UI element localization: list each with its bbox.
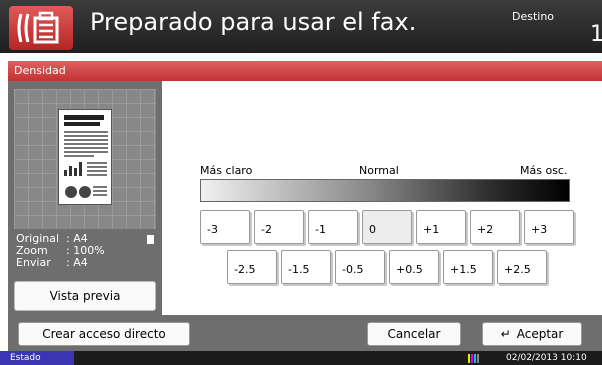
density-button-minus-3[interactable]: -3 xyxy=(200,210,250,244)
density-panel: Más claro Normal Más osc. -3 -2 -1 0 +1 … xyxy=(162,81,602,315)
preview-panel: Original : A4 Zoom : 100% Enviar : A4 Vi… xyxy=(8,81,162,315)
destination-label: Destino xyxy=(512,10,555,23)
datetime: 02/02/2013 10:10 xyxy=(506,353,587,363)
density-button-minus-2-5[interactable]: -2.5 xyxy=(227,250,277,284)
document-thumbnail-icon xyxy=(58,109,112,205)
enter-arrow-icon: ↵ xyxy=(500,327,511,341)
density-button-0[interactable]: 0 xyxy=(362,210,412,244)
status-button[interactable]: Estado xyxy=(0,351,74,365)
preview-area xyxy=(14,89,156,229)
density-button-plus-2-5[interactable]: +2.5 xyxy=(497,250,547,284)
accept-button[interactable]: ↵ Aceptar xyxy=(482,322,582,346)
create-shortcut-button[interactable]: Crear acceso directo xyxy=(18,322,190,346)
lighter-label: Más claro xyxy=(200,164,253,177)
density-button-plus-3[interactable]: +3 xyxy=(524,210,574,244)
bottom-action-bar: Crear acceso directo Cancelar ↵ Aceptar xyxy=(8,315,602,351)
toner-level-icon xyxy=(468,354,479,363)
density-gradient-bar xyxy=(200,179,570,202)
density-button-plus-1-5[interactable]: +1.5 xyxy=(443,250,493,284)
section-title-bar: Densidad xyxy=(8,61,602,81)
density-button-plus-0-5[interactable]: +0.5 xyxy=(389,250,439,284)
document-info: Original : A4 Zoom : 100% Enviar : A4 xyxy=(16,233,158,269)
density-button-minus-0-5[interactable]: -0.5 xyxy=(335,250,385,284)
density-button-minus-1-5[interactable]: -1.5 xyxy=(281,250,331,284)
page-orientation-icon xyxy=(147,235,154,244)
header-bar: Preparado para usar el fax. Destino 1 xyxy=(0,0,602,53)
preview-button[interactable]: Vista previa xyxy=(14,281,156,311)
normal-label: Normal xyxy=(359,164,399,177)
status-bar: Estado 02/02/2013 10:10 xyxy=(0,351,602,365)
density-button-minus-2[interactable]: -2 xyxy=(254,210,304,244)
density-button-plus-2[interactable]: +2 xyxy=(470,210,520,244)
accept-label: Aceptar xyxy=(516,327,564,341)
cancel-label: Cancelar xyxy=(387,327,441,341)
darker-label: Más osc. xyxy=(520,164,568,177)
destination-count: 1 xyxy=(590,22,602,47)
create-shortcut-label: Crear acceso directo xyxy=(42,327,166,341)
density-button-plus-1[interactable]: +1 xyxy=(416,210,466,244)
fax-icon xyxy=(9,6,73,50)
page-title: Preparado para usar el fax. xyxy=(90,8,417,36)
cancel-button[interactable]: Cancelar xyxy=(367,322,461,346)
section-title: Densidad xyxy=(14,64,66,77)
info-row-send: Enviar : A4 xyxy=(16,256,88,269)
density-button-minus-1[interactable]: -1 xyxy=(308,210,358,244)
